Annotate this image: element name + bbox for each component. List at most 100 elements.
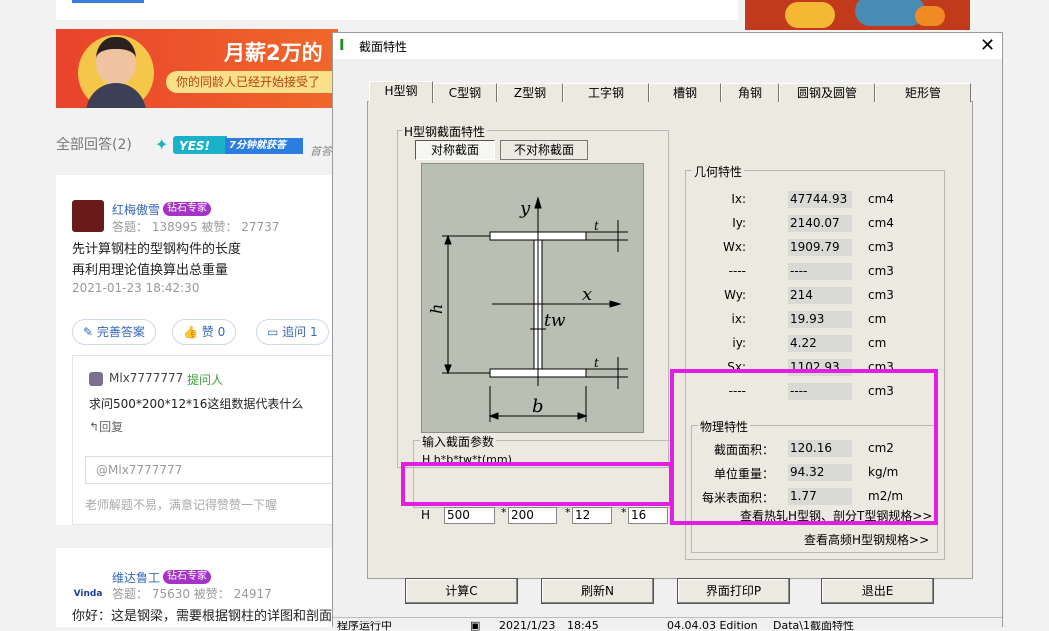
tab-z-steel[interactable]: Z型钢 [497,83,563,102]
geometric-props-title: 几何特性 [692,163,745,180]
geo-label: Ix: [731,192,746,206]
dialog-title: 截面特性 [359,40,408,54]
section-properties-dialog: I 截面特性 ✕ H型钢 截面特性 对称截面 不对称截面 y x h b tw t… [332,32,1003,631]
geo-label: iy: [732,336,746,350]
avatar[interactable] [89,372,103,386]
y-axis-label: y [519,198,531,219]
like-label: 赞 0 [201,325,226,339]
answer-card: Vinda 维达鲁工 钻石专家 答题： 75630 被赞： 24917 你好：这… [56,548,345,627]
height-input[interactable]: 500 [444,507,495,524]
physical-highlight-box [670,369,938,525]
answer-user-name[interactable]: 红梅傲雪 [112,201,160,218]
close-button[interactable]: ✕ [973,33,1002,59]
improve-answer-button[interactable]: ✎ 完善答案 [72,319,156,345]
tab-round-steel[interactable]: 圆钢及圆管 [779,83,875,102]
dialog-titlebar[interactable]: I 截面特性 ✕ [333,33,1002,59]
edit-icon: ✎ [83,325,97,339]
ad-headline: 月薪2万的 [224,41,323,65]
status-running: 程序运行中 [337,621,392,631]
side-ad-image[interactable] [745,0,970,30]
reply-input[interactable]: @Mlx7777777 [85,456,355,484]
follow-up-label: 追问 1 [282,325,318,339]
status-edition: 04.04.03 Edition [667,621,758,631]
ad-subline: 你的同龄人已经开始接受了 [166,71,338,93]
flange-thickness-input[interactable]: 16 [628,507,668,524]
expert-badge: 钻石专家 [163,202,211,216]
tw-label: tw [544,311,566,331]
follow-up-button[interactable]: ▭ 追问 1 [256,319,329,345]
top-link[interactable] [72,0,144,3]
tab-channel[interactable]: 槽钢 [649,83,721,102]
ad-banner[interactable]: 月薪2万的 你的同龄人已经开始接受了 [56,29,338,108]
vinda-logo[interactable]: Vinda [72,572,104,604]
geo-label: ---- [728,264,746,278]
asker-name[interactable]: Mlx7777777 [109,371,183,385]
follow-up-box: Mlx7777777 提问人 求问500*200*12*16这组数据代表什么 ↰… [72,355,355,525]
web-thickness-input[interactable]: 12 [572,507,612,524]
tab-h-steel[interactable]: H型钢 [369,81,433,103]
symmetric-section-tab[interactable]: 对称截面 [415,140,495,160]
tab-rect-tube[interactable]: 矩形管 [875,83,971,102]
geo-unit: cm3 [868,264,894,278]
expert-badge: 钻石专家 [163,570,211,584]
calculate-button[interactable]: 计算C [405,578,518,604]
geo-value: 214 [788,287,852,304]
like-button[interactable]: 👍 赞 0 [172,319,237,345]
b-dimension-label: b [532,396,544,417]
geo-value: 47744.93 [788,191,852,208]
reply-link[interactable]: ↰回复 [89,418,123,435]
answer-user-stats: 答题： 138995 被赞： 27737 [112,220,280,234]
high-frequency-spec-link[interactable]: 查看高频H型钢规格>> [804,531,929,548]
geo-label: Wy: [724,288,746,302]
exit-button[interactable]: 退出E [821,578,934,604]
input-highlight-box [401,462,673,506]
reply-icon: ↰ [89,420,100,434]
status-file: Data\1截面特性 [773,621,854,631]
close-icon: ✕ [979,35,996,56]
geo-unit: cm3 [868,288,894,302]
answer-user-name[interactable]: 维达鲁工 [112,569,160,586]
geo-value: ---- [788,263,852,280]
refresh-button[interactable]: 刷新N [541,578,654,604]
tab-c-steel[interactable]: C型钢 [433,83,497,102]
vinda-logo-text: Vinda [73,589,103,599]
comment-icon: ▭ [267,325,283,339]
tab-angle[interactable]: 角钢 [721,83,779,102]
input-prefix-label: H [421,508,431,522]
geo-value: 4.22 [788,335,852,352]
geo-value: 2140.07 [788,215,852,232]
yes-badge-sub: 7分钟就获答 [225,138,303,154]
reply-hint: 老师解题不易，满意记得赞赞一下喔 [85,498,278,512]
thumb-up-icon: 👍 [183,325,202,339]
geo-unit: cm [868,312,887,326]
improve-answer-label: 完善答案 [96,325,145,339]
tab-i-beam[interactable]: 工字钢 [563,83,649,102]
follow-up-question: 求问500*200*12*16这组数据代表什么 [89,397,304,411]
geo-label: ix: [731,312,746,326]
status-date: 2021/1/23 [499,621,556,631]
geo-unit: cm [868,336,887,350]
answers-count-title: 全部回答(2) [56,137,132,153]
geo-unit: cm3 [868,240,894,254]
yes-badge: ✦ YES! 7分钟就获答 [155,136,305,156]
h-dimension-label: h [427,304,446,314]
width-input[interactable]: 200 [508,507,557,524]
ad-person-image [78,35,154,108]
asker-role: 提问人 [187,373,224,387]
input-params-title: 输入截面参数 [420,433,497,450]
first-answer-tag: 首答 [310,145,332,158]
answer-date: 2021-01-23 18:42:30 [72,281,200,295]
print-screen-button[interactable]: 界面打印P [677,578,790,604]
h-beam-diagram: y x h b tw t t [421,163,644,433]
answer-text-line: 你好：这是钢梁，需要根据钢柱的详图和剖面图 [72,609,346,624]
answer-text-line: 再利用理论值换算出总重量 [72,263,229,278]
multiply-sign: * [501,506,507,519]
i-beam-icon: I [339,36,345,54]
avatar[interactable] [72,200,104,232]
asymmetric-section-tab[interactable]: 不对称截面 [500,140,588,160]
status-time: 18:45 [567,621,599,631]
answer-text-line: 先计算钢柱的型钢构件的长度 [72,242,242,257]
x-axis-label: x [582,284,592,305]
t-label-bottom: t [594,356,599,370]
geo-label: Wx: [722,240,746,254]
